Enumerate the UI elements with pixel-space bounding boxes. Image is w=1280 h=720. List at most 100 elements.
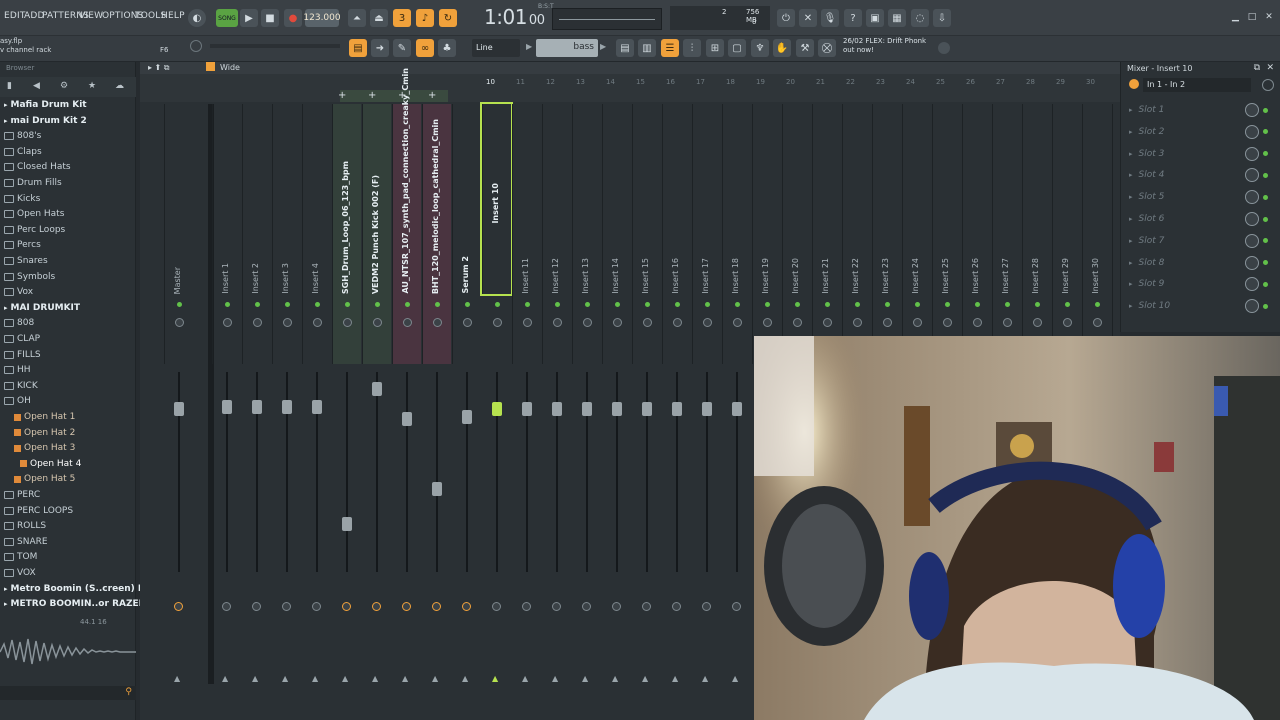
input-routing-select[interactable]: In 1 - In 2: [1143, 78, 1251, 92]
play-button[interactable]: ▶: [240, 9, 258, 27]
send-knob[interactable]: [462, 602, 471, 611]
fx-slot[interactable]: ▸ Slot 8: [1129, 253, 1273, 273]
pan-knob[interactable]: [493, 318, 502, 327]
volume-fader[interactable]: [222, 400, 232, 414]
strip-enable-led[interactable]: [495, 302, 500, 307]
strip-enable-led[interactable]: [855, 302, 860, 307]
browser-item[interactable]: 808: [4, 318, 34, 328]
fx-slot[interactable]: ▸ Slot 9: [1129, 274, 1273, 294]
mixer-strip[interactable]: Insert 4: [302, 104, 331, 364]
volume-fader[interactable]: [522, 402, 532, 416]
send-knob[interactable]: [282, 602, 291, 611]
fx-slot[interactable]: ▸ Slot 3: [1129, 144, 1273, 164]
send-knob[interactable]: [372, 602, 381, 611]
slot-mix-knob[interactable]: [1245, 299, 1259, 314]
arrow-left-icon[interactable]: ◀: [33, 81, 40, 91]
pattern-prev-icon[interactable]: ▶: [526, 42, 532, 51]
snap-select[interactable]: Line: [472, 39, 520, 57]
cart-icon[interactable]: ⛒: [818, 39, 836, 57]
strip-enable-led[interactable]: [945, 302, 950, 307]
volume-fader[interactable]: [672, 402, 682, 416]
mixer-close-icon[interactable]: ✕: [1266, 63, 1274, 73]
master-pitch-slider[interactable]: [210, 44, 340, 48]
send-knob[interactable]: [522, 602, 531, 611]
slot-menu-icon[interactable]: ▸: [1129, 280, 1133, 288]
strip-enable-led[interactable]: [315, 302, 320, 307]
pan-knob[interactable]: [823, 318, 832, 327]
piano-roll-icon[interactable]: ▥: [638, 39, 656, 57]
slot-mix-knob[interactable]: [1245, 190, 1259, 205]
slot-mix-knob[interactable]: [1245, 103, 1259, 117]
volume-fader[interactable]: [312, 400, 322, 414]
cloud-icon[interactable]: ☁: [115, 81, 124, 91]
pan-knob[interactable]: [793, 318, 802, 327]
master-volume-knob[interactable]: [190, 40, 202, 52]
menu-view[interactable]: VIEW: [79, 11, 103, 21]
browser-item[interactable]: Open Hat 1: [14, 412, 75, 422]
strip-enable-led[interactable]: [525, 302, 530, 307]
pan-knob[interactable]: [973, 318, 982, 327]
browser-item[interactable]: CLAP: [4, 334, 40, 344]
slot-mix-knob[interactable]: [1245, 277, 1259, 292]
browser-item[interactable]: OH: [4, 396, 31, 406]
fx-slot[interactable]: ▸ Slot 5: [1129, 187, 1273, 207]
browser-item[interactable]: Perc Loops: [4, 225, 65, 235]
fx-slot[interactable]: ▸ Slot 1: [1129, 100, 1273, 120]
send-knob[interactable]: [612, 602, 621, 611]
mixer-strip[interactable]: Insert 30: [1082, 104, 1111, 364]
mixer-strip[interactable]: Serum 2: [452, 104, 481, 364]
browser-item[interactable]: ▸ MAI DRUMKIT: [4, 303, 80, 313]
volume-fader[interactable]: [174, 402, 184, 416]
mixer-strip[interactable]: Insert 12: [542, 104, 571, 364]
mixer-strip[interactable]: Insert 25: [932, 104, 961, 364]
mixer-strip[interactable]: Insert 22: [842, 104, 871, 364]
pan-knob[interactable]: [1093, 318, 1102, 327]
slot-enable-led[interactable]: [1263, 151, 1268, 157]
pan-knob[interactable]: [913, 318, 922, 327]
pan-knob[interactable]: [553, 318, 562, 327]
strip-enable-led[interactable]: [405, 302, 410, 307]
pan-knob[interactable]: [703, 318, 712, 327]
pan-knob[interactable]: [523, 318, 532, 327]
volume-fader[interactable]: [462, 410, 472, 424]
strip-enable-led[interactable]: [585, 302, 590, 307]
send-knob[interactable]: [702, 602, 711, 611]
wait-input-icon[interactable]: ⏏: [370, 9, 388, 27]
chat-icon[interactable]: ◌: [911, 9, 929, 27]
mixer-icon[interactable]: ⫶: [683, 39, 701, 57]
strip-enable-led[interactable]: [435, 302, 440, 307]
pan-knob[interactable]: [373, 318, 382, 327]
pattern-add-icon[interactable]: ▶: [600, 42, 606, 51]
pan-knob[interactable]: [253, 318, 262, 327]
view-mode-icon[interactable]: [206, 62, 215, 71]
volume-fader[interactable]: [402, 412, 412, 426]
route-plus-2[interactable]: +: [368, 90, 376, 101]
browser-item[interactable]: Symbols: [4, 272, 55, 282]
mixer-strip[interactable]: Insert 11: [512, 104, 541, 364]
strip-enable-led[interactable]: [885, 302, 890, 307]
plugin-picker-icon[interactable]: ♆: [751, 39, 769, 57]
volume-fader[interactable]: [492, 402, 502, 416]
slot-menu-icon[interactable]: ▸: [1129, 171, 1133, 179]
pan-knob[interactable]: [223, 318, 232, 327]
strip-enable-led[interactable]: [615, 302, 620, 307]
pan-knob[interactable]: [673, 318, 682, 327]
slot-mix-knob[interactable]: [1245, 124, 1259, 139]
slot-mix-knob[interactable]: [1245, 212, 1259, 226]
volume-fader[interactable]: [582, 402, 592, 416]
mixer-strip[interactable]: Insert 21: [812, 104, 841, 364]
pan-knob[interactable]: [175, 318, 184, 327]
browser-item[interactable]: PERC: [4, 490, 40, 500]
slot-mix-knob[interactable]: [1245, 255, 1259, 270]
mixer-strip[interactable]: Insert 16: [662, 104, 691, 364]
mixer-strip[interactable]: Insert 15: [632, 104, 661, 364]
mixer-strip[interactable]: Insert 19: [752, 104, 781, 364]
pan-knob[interactable]: [343, 318, 352, 327]
fx-slot[interactable]: ▸ Slot 7: [1129, 231, 1273, 251]
browser-item[interactable]: SNARE: [4, 537, 48, 547]
strip-enable-led[interactable]: [825, 302, 830, 307]
maximize-icon[interactable]: □: [1248, 12, 1257, 22]
mixer-strip-master[interactable]: Master: [164, 104, 193, 364]
pan-knob[interactable]: [1063, 318, 1072, 327]
browser-item[interactable]: Open Hat 4: [20, 459, 81, 469]
